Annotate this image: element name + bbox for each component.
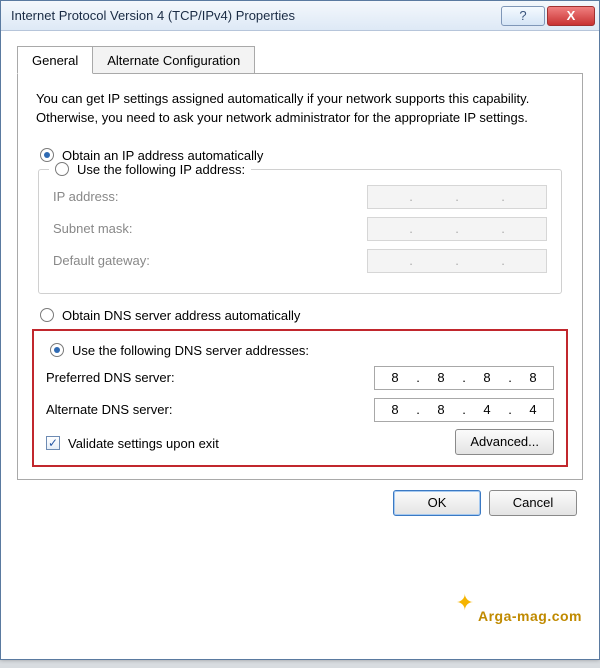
validate-label: Validate settings upon exit: [68, 436, 219, 451]
titlebar: Internet Protocol Version 4 (TCP/IPv4) P…: [1, 1, 599, 31]
ip-address-input: . . .: [367, 185, 547, 209]
tab-general[interactable]: General: [17, 46, 93, 74]
tab-alternate-configuration[interactable]: Alternate Configuration: [92, 46, 255, 74]
row-alternate-dns: Alternate DNS server: 8. 8. 4. 4: [46, 398, 554, 422]
radio-obtain-ip-automatically[interactable]: Obtain an IP address automatically: [40, 148, 564, 163]
row-default-gateway: Default gateway: . . .: [53, 249, 547, 273]
radio-obtain-dns-label: Obtain DNS server address automatically: [62, 308, 300, 323]
description-text: You can get IP settings assigned automat…: [36, 90, 564, 128]
dns-section-highlight: Use the following DNS server addresses: …: [32, 329, 568, 467]
preferred-dns-input[interactable]: 8. 8. 8. 8: [374, 366, 554, 390]
radio-use-dns-label: Use the following DNS server addresses:: [72, 343, 309, 358]
cancel-button-label: Cancel: [513, 495, 553, 510]
radio-use-following-dns[interactable]: Use the following DNS server addresses:: [50, 343, 554, 358]
ip-octet[interactable]: 8: [421, 402, 461, 417]
dot-icon: .: [500, 189, 506, 204]
cancel-button[interactable]: Cancel: [489, 490, 577, 516]
row-preferred-dns: Preferred DNS server: 8. 8. 8. 8: [46, 366, 554, 390]
preferred-dns-label: Preferred DNS server:: [46, 370, 175, 385]
radio-icon: [55, 162, 69, 176]
radio-icon: [50, 343, 64, 357]
ip-address-group: Use the following IP address: IP address…: [38, 169, 562, 294]
alternate-dns-input[interactable]: 8. 8. 4. 4: [374, 398, 554, 422]
cursor-sparkle-icon: ✦: [456, 590, 474, 616]
dot-icon: .: [408, 221, 414, 236]
advanced-button-label: Advanced...: [470, 434, 539, 449]
dot-icon: .: [454, 189, 460, 204]
tab-general-label: General: [32, 53, 78, 68]
dot-icon: .: [454, 253, 460, 268]
radio-use-ip-label: Use the following IP address:: [77, 162, 245, 177]
ip-octet[interactable]: 4: [467, 402, 507, 417]
client-area: General Alternate Configuration You can …: [1, 31, 599, 528]
ip-octet[interactable]: 4: [513, 402, 553, 417]
alternate-dns-label: Alternate DNS server:: [46, 402, 172, 417]
ip-address-label: IP address:: [53, 189, 119, 204]
close-button[interactable]: X: [547, 6, 595, 26]
help-icon: ?: [519, 8, 526, 23]
tabs-strip: General Alternate Configuration: [17, 46, 583, 74]
radio-obtain-ip-label: Obtain an IP address automatically: [62, 148, 263, 163]
dot-icon: .: [500, 221, 506, 236]
ok-button-label: OK: [428, 495, 447, 510]
advanced-button[interactable]: Advanced...: [455, 429, 554, 455]
window-title: Internet Protocol Version 4 (TCP/IPv4) P…: [5, 8, 499, 23]
dot-icon: .: [408, 189, 414, 204]
dot-icon: .: [454, 221, 460, 236]
ip-octet[interactable]: 8: [375, 370, 415, 385]
row-ip-address: IP address: . . .: [53, 185, 547, 209]
ok-button[interactable]: OK: [393, 490, 481, 516]
ip-octet[interactable]: 8: [421, 370, 461, 385]
dialog-buttons: OK Cancel: [17, 480, 583, 516]
radio-icon: [40, 148, 54, 162]
radio-icon: [40, 308, 54, 322]
subnet-mask-input: . . .: [367, 217, 547, 241]
ip-octet[interactable]: 8: [375, 402, 415, 417]
checkbox-icon: ✓: [46, 436, 60, 450]
dialog-window: Internet Protocol Version 4 (TCP/IPv4) P…: [0, 0, 600, 660]
radio-use-following-ip[interactable]: Use the following IP address:: [49, 162, 251, 177]
tab-panel-general: You can get IP settings assigned automat…: [17, 73, 583, 480]
ip-octet[interactable]: 8: [513, 370, 553, 385]
subnet-mask-label: Subnet mask:: [53, 221, 133, 236]
tab-alternate-label: Alternate Configuration: [107, 53, 240, 68]
default-gateway-input: . . .: [367, 249, 547, 273]
ip-octet[interactable]: 8: [467, 370, 507, 385]
radio-obtain-dns-automatically[interactable]: Obtain DNS server address automatically: [40, 308, 564, 323]
default-gateway-label: Default gateway:: [53, 253, 150, 268]
help-button[interactable]: ?: [501, 6, 545, 26]
watermark-text: Arga-mag.com: [478, 608, 582, 624]
dot-icon: .: [500, 253, 506, 268]
dot-icon: .: [408, 253, 414, 268]
row-subnet-mask: Subnet mask: . . .: [53, 217, 547, 241]
close-icon: X: [567, 8, 576, 23]
